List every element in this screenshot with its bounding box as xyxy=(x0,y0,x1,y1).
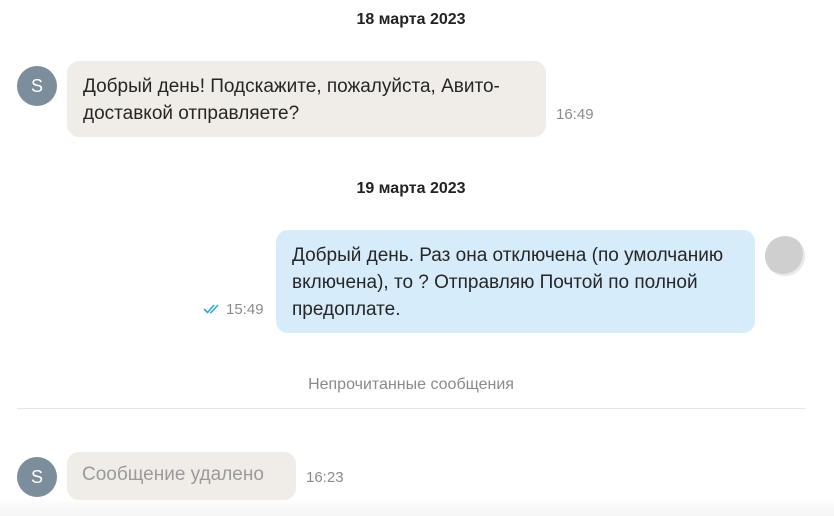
outgoing-message[interactable]: Добрый день. Раз она отключена (по умолч… xyxy=(276,230,755,333)
scroll-fade xyxy=(0,498,834,516)
message-time-status: 15:49 xyxy=(203,301,264,318)
own-avatar[interactable] xyxy=(765,236,805,276)
sender-avatar[interactable]: S xyxy=(17,457,57,497)
date-separator: 18 марта 2023 xyxy=(356,11,466,28)
message-text: Сообщение удалено xyxy=(82,464,264,485)
avatar-letter: S xyxy=(30,466,43,487)
avatar-letter: S xyxy=(30,75,43,96)
message-text: Добрый день! Подскажите, пожалуйста, Ави… xyxy=(83,76,500,124)
incoming-message[interactable]: Добрый день! Подскажите, пожалуйста, Ави… xyxy=(67,61,546,137)
chat-messages: 18 марта 2023 S Добрый день! Подскажите,… xyxy=(0,0,834,516)
message-time: 15:49 xyxy=(226,301,264,318)
message-time: 16:23 xyxy=(306,469,344,486)
sender-avatar[interactable]: S xyxy=(17,66,57,106)
unread-divider xyxy=(17,408,805,409)
deleted-message: Сообщение удалено xyxy=(67,452,296,500)
date-separator: 19 марта 2023 xyxy=(356,180,466,197)
message-time: 16:49 xyxy=(556,106,594,123)
double-check-icon xyxy=(203,304,219,314)
message-text: Добрый день. Раз она отключена (по умолч… xyxy=(292,245,724,320)
unread-messages-label: Непрочитанные сообщения xyxy=(308,376,514,393)
